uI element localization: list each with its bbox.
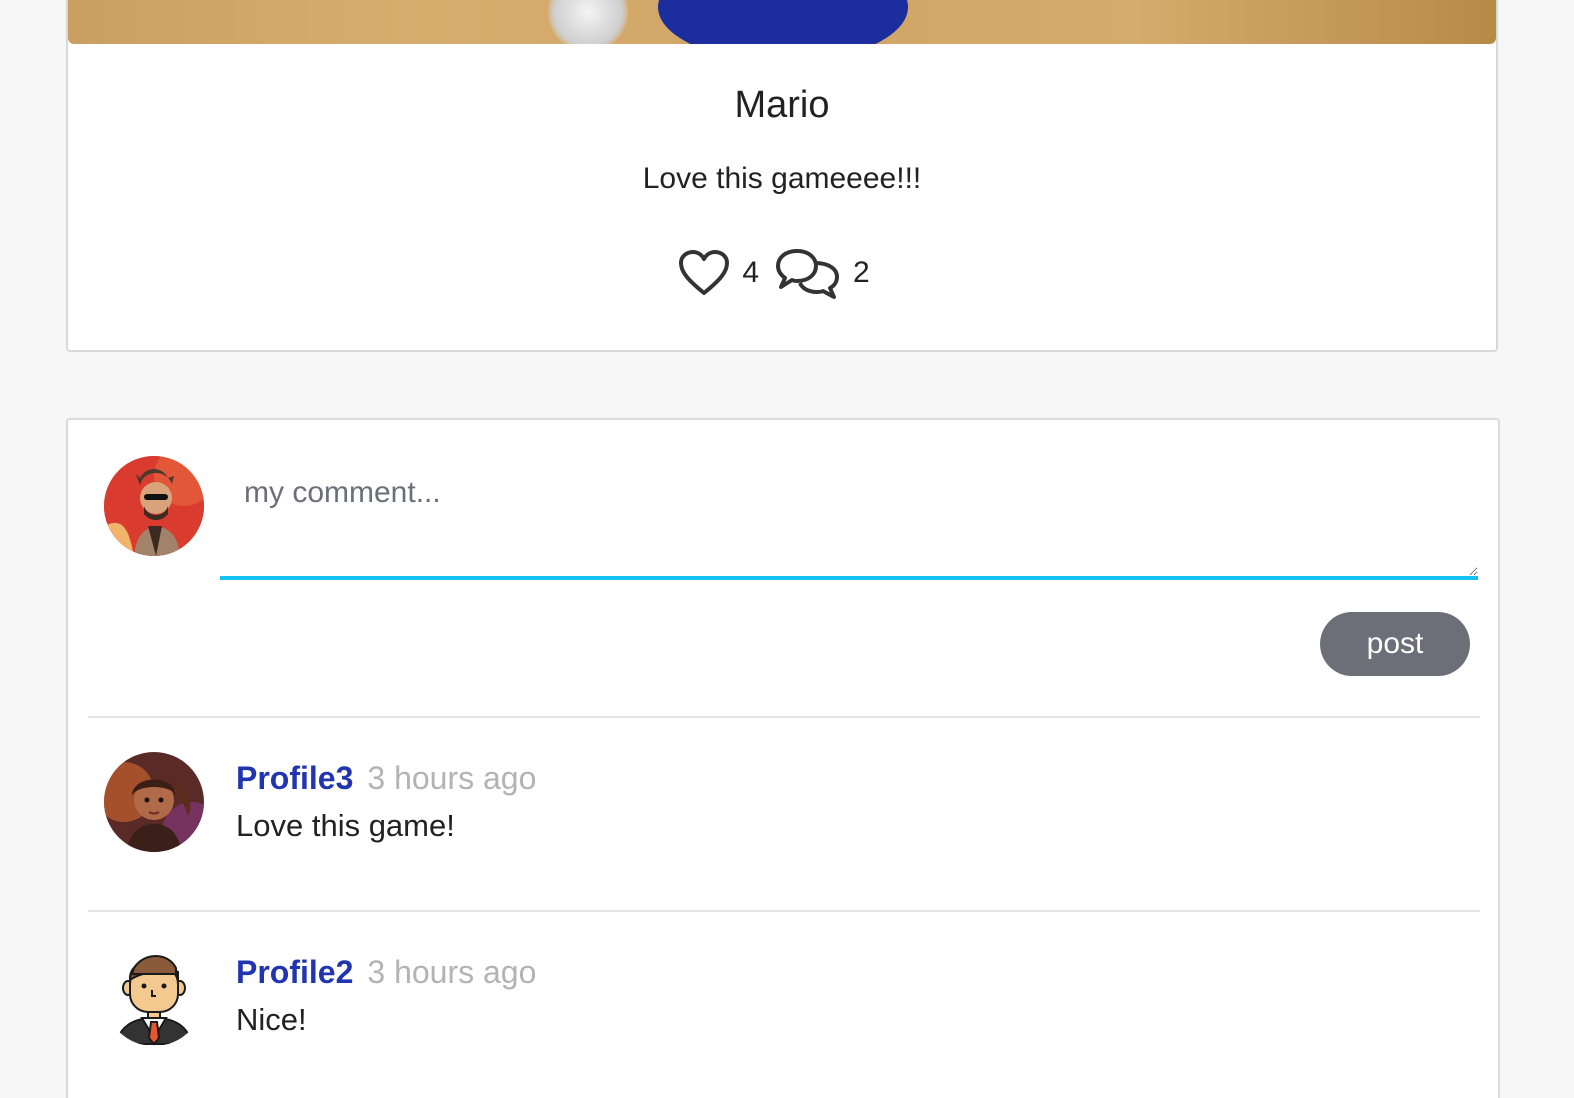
post-card: Mario Love this gameeee!!! 4 2 [66,0,1498,352]
post-stats: 4 2 [68,247,1496,299]
comment-timestamp: 3 hours ago [367,760,537,796]
comment-author[interactable]: Profile2 [236,954,353,990]
comment-text: Nice! [236,1002,307,1037]
post-image [68,0,1496,44]
like-count: 4 [742,256,759,289]
speech-bubbles-icon[interactable] [775,247,841,299]
page: Mario Love this gameeee!!! 4 2 my commen… [0,0,1574,1098]
comment-input[interactable] [220,470,1478,580]
comment-text: Love this game! [236,808,455,843]
profile3-avatar[interactable] [104,752,204,852]
post-button[interactable]: post [1320,612,1470,676]
comment-timestamp: 3 hours ago [367,954,537,990]
post-text: Love this gameeee!!! [642,162,922,195]
comment-count: 2 [853,256,870,289]
comment-item: Profile3 3 hours ago Love this game! [68,752,1498,902]
comment-author[interactable]: Profile3 [236,760,353,796]
comment-item: Profile2 3 hours ago Nice! [68,946,1498,1096]
divider [88,910,1480,912]
heart-icon[interactable] [678,250,730,296]
profile2-avatar[interactable] [104,946,204,1046]
current-user-avatar [104,456,204,556]
comments-card: post Profile3 3 hours ago [66,418,1500,1098]
divider [88,716,1480,718]
post-title: Mario [734,84,830,126]
